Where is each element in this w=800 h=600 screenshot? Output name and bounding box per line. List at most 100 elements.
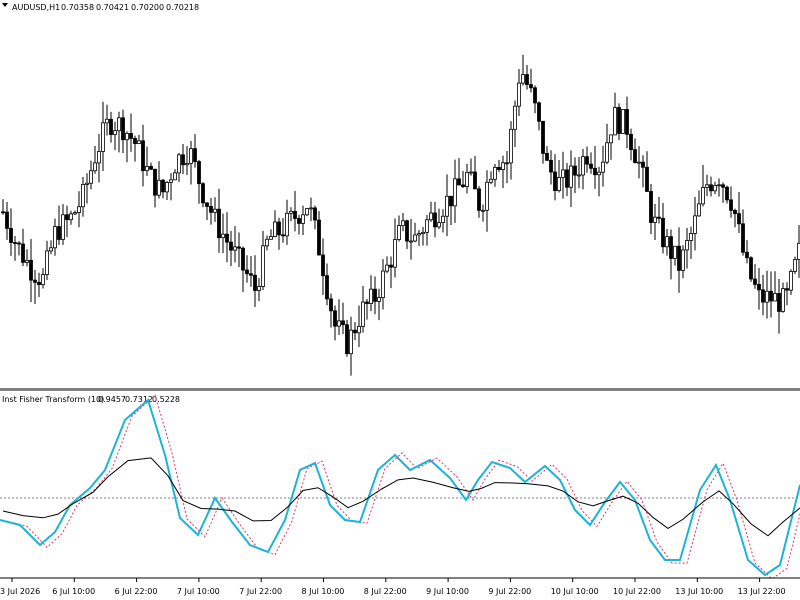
candle-bear (785, 288, 789, 291)
candle-bear (141, 140, 145, 172)
candle-bear (201, 183, 205, 204)
candle-bull (265, 238, 269, 247)
candle-bull (489, 178, 493, 183)
candle-bear (545, 152, 549, 161)
candle-bull (465, 171, 469, 187)
candle-bull (705, 184, 709, 188)
candle-bear (313, 207, 317, 221)
candle-bear (573, 165, 577, 176)
candle-bull (41, 274, 45, 285)
candle-bear (661, 217, 665, 248)
candle-bull (637, 161, 641, 164)
candle-bear (729, 199, 733, 211)
candle-bear (345, 324, 349, 355)
candle-bear (149, 166, 153, 170)
candle-bear (297, 218, 301, 224)
candle-bull (105, 118, 109, 124)
candle-bull (269, 236, 273, 240)
candle-bull (401, 220, 405, 226)
dropdown-arrow-icon[interactable] (2, 3, 8, 7)
candle-bear (741, 223, 745, 253)
candle-bear (197, 161, 201, 185)
candle-bear (757, 283, 761, 291)
candle-bull (621, 109, 625, 134)
time-axis-label: 6 Jul 10:00 (52, 587, 95, 596)
candle-bull (97, 151, 101, 164)
candle-bear (193, 148, 197, 162)
candle-bear (533, 87, 537, 104)
candle-bear (245, 269, 249, 275)
candle-bull (177, 154, 181, 174)
chart-symbol: AUDUSD,H1 (12, 3, 60, 12)
candle-bear (433, 212, 437, 228)
signal-line (2, 457, 800, 537)
candle-bear (129, 132, 133, 139)
candle-bull (413, 234, 417, 242)
candle-bull (445, 195, 449, 217)
candle-bear (749, 257, 753, 280)
candle-bull (605, 142, 609, 163)
candle-bull (501, 162, 505, 170)
candle-bear (225, 233, 229, 243)
candle-bear (109, 118, 113, 135)
ohlc-high: 0.70421 (96, 3, 129, 12)
candle-bull (601, 161, 605, 173)
candle-bear (13, 242, 17, 244)
candle-bull (25, 259, 29, 263)
candle-bear (161, 179, 165, 193)
candle-bull (713, 185, 717, 192)
candle-bull (101, 122, 105, 152)
candle-bear (585, 156, 589, 165)
candle-bear (293, 210, 297, 219)
candle-bear (721, 184, 725, 188)
candle-bull (441, 215, 445, 224)
candle-bull (493, 166, 497, 180)
candle-bull (781, 288, 785, 312)
candle-bull (173, 172, 177, 181)
candle-bull (425, 219, 429, 233)
candle-bull (145, 166, 149, 172)
candle-bull (557, 177, 561, 191)
time-axis-label: 6 Jul 22:00 (115, 587, 158, 596)
time-axis-label: 10 Jul 22:00 (613, 587, 661, 596)
candle-bull (773, 293, 777, 302)
candle-bull (81, 183, 85, 208)
ohlc-low: 0.70200 (131, 3, 164, 12)
candle-bear (133, 138, 137, 144)
trigger-line (6, 394, 800, 580)
time-axis: 3 Jul 2026 6 Jul 10:00 6 Jul 22:00 7 Jul 10… (0, 578, 786, 596)
candle-bull (69, 213, 73, 221)
pane-separator[interactable] (0, 388, 800, 391)
candle-bull (681, 249, 685, 271)
candle-bull (273, 221, 277, 237)
candle-bear (365, 301, 369, 304)
candle-bear (353, 329, 357, 334)
candle-bull (381, 270, 385, 298)
candle-bear (677, 245, 681, 271)
candle-bull (513, 105, 517, 130)
candle-bear (17, 242, 21, 245)
chart-canvas[interactable]: AUDUSD,H1 0.70358 0.70421 0.70200 0.7021… (0, 0, 800, 600)
candle-bull (429, 212, 433, 221)
candle-bull (397, 225, 401, 240)
time-axis-label: 10 Jul 10:00 (551, 587, 599, 596)
candle-bear (237, 246, 241, 249)
candle-bull (693, 215, 697, 234)
candle-bull (665, 236, 669, 248)
candle-bull (453, 178, 457, 207)
candle-bull (509, 128, 513, 164)
fisher-line (0, 398, 800, 577)
candle-bear (373, 288, 377, 302)
candle-bear (529, 84, 533, 89)
candle-bull (653, 216, 657, 223)
candle-bull (697, 203, 701, 217)
candle-bull (717, 184, 721, 187)
candle-bear (553, 171, 557, 191)
candle-bear (769, 290, 773, 302)
candle-bear (9, 227, 13, 243)
candle-bull (369, 288, 373, 304)
candle-bull (233, 246, 237, 251)
candle-bull (49, 247, 53, 252)
candle-bear (57, 226, 61, 240)
candle-bull (689, 233, 693, 241)
